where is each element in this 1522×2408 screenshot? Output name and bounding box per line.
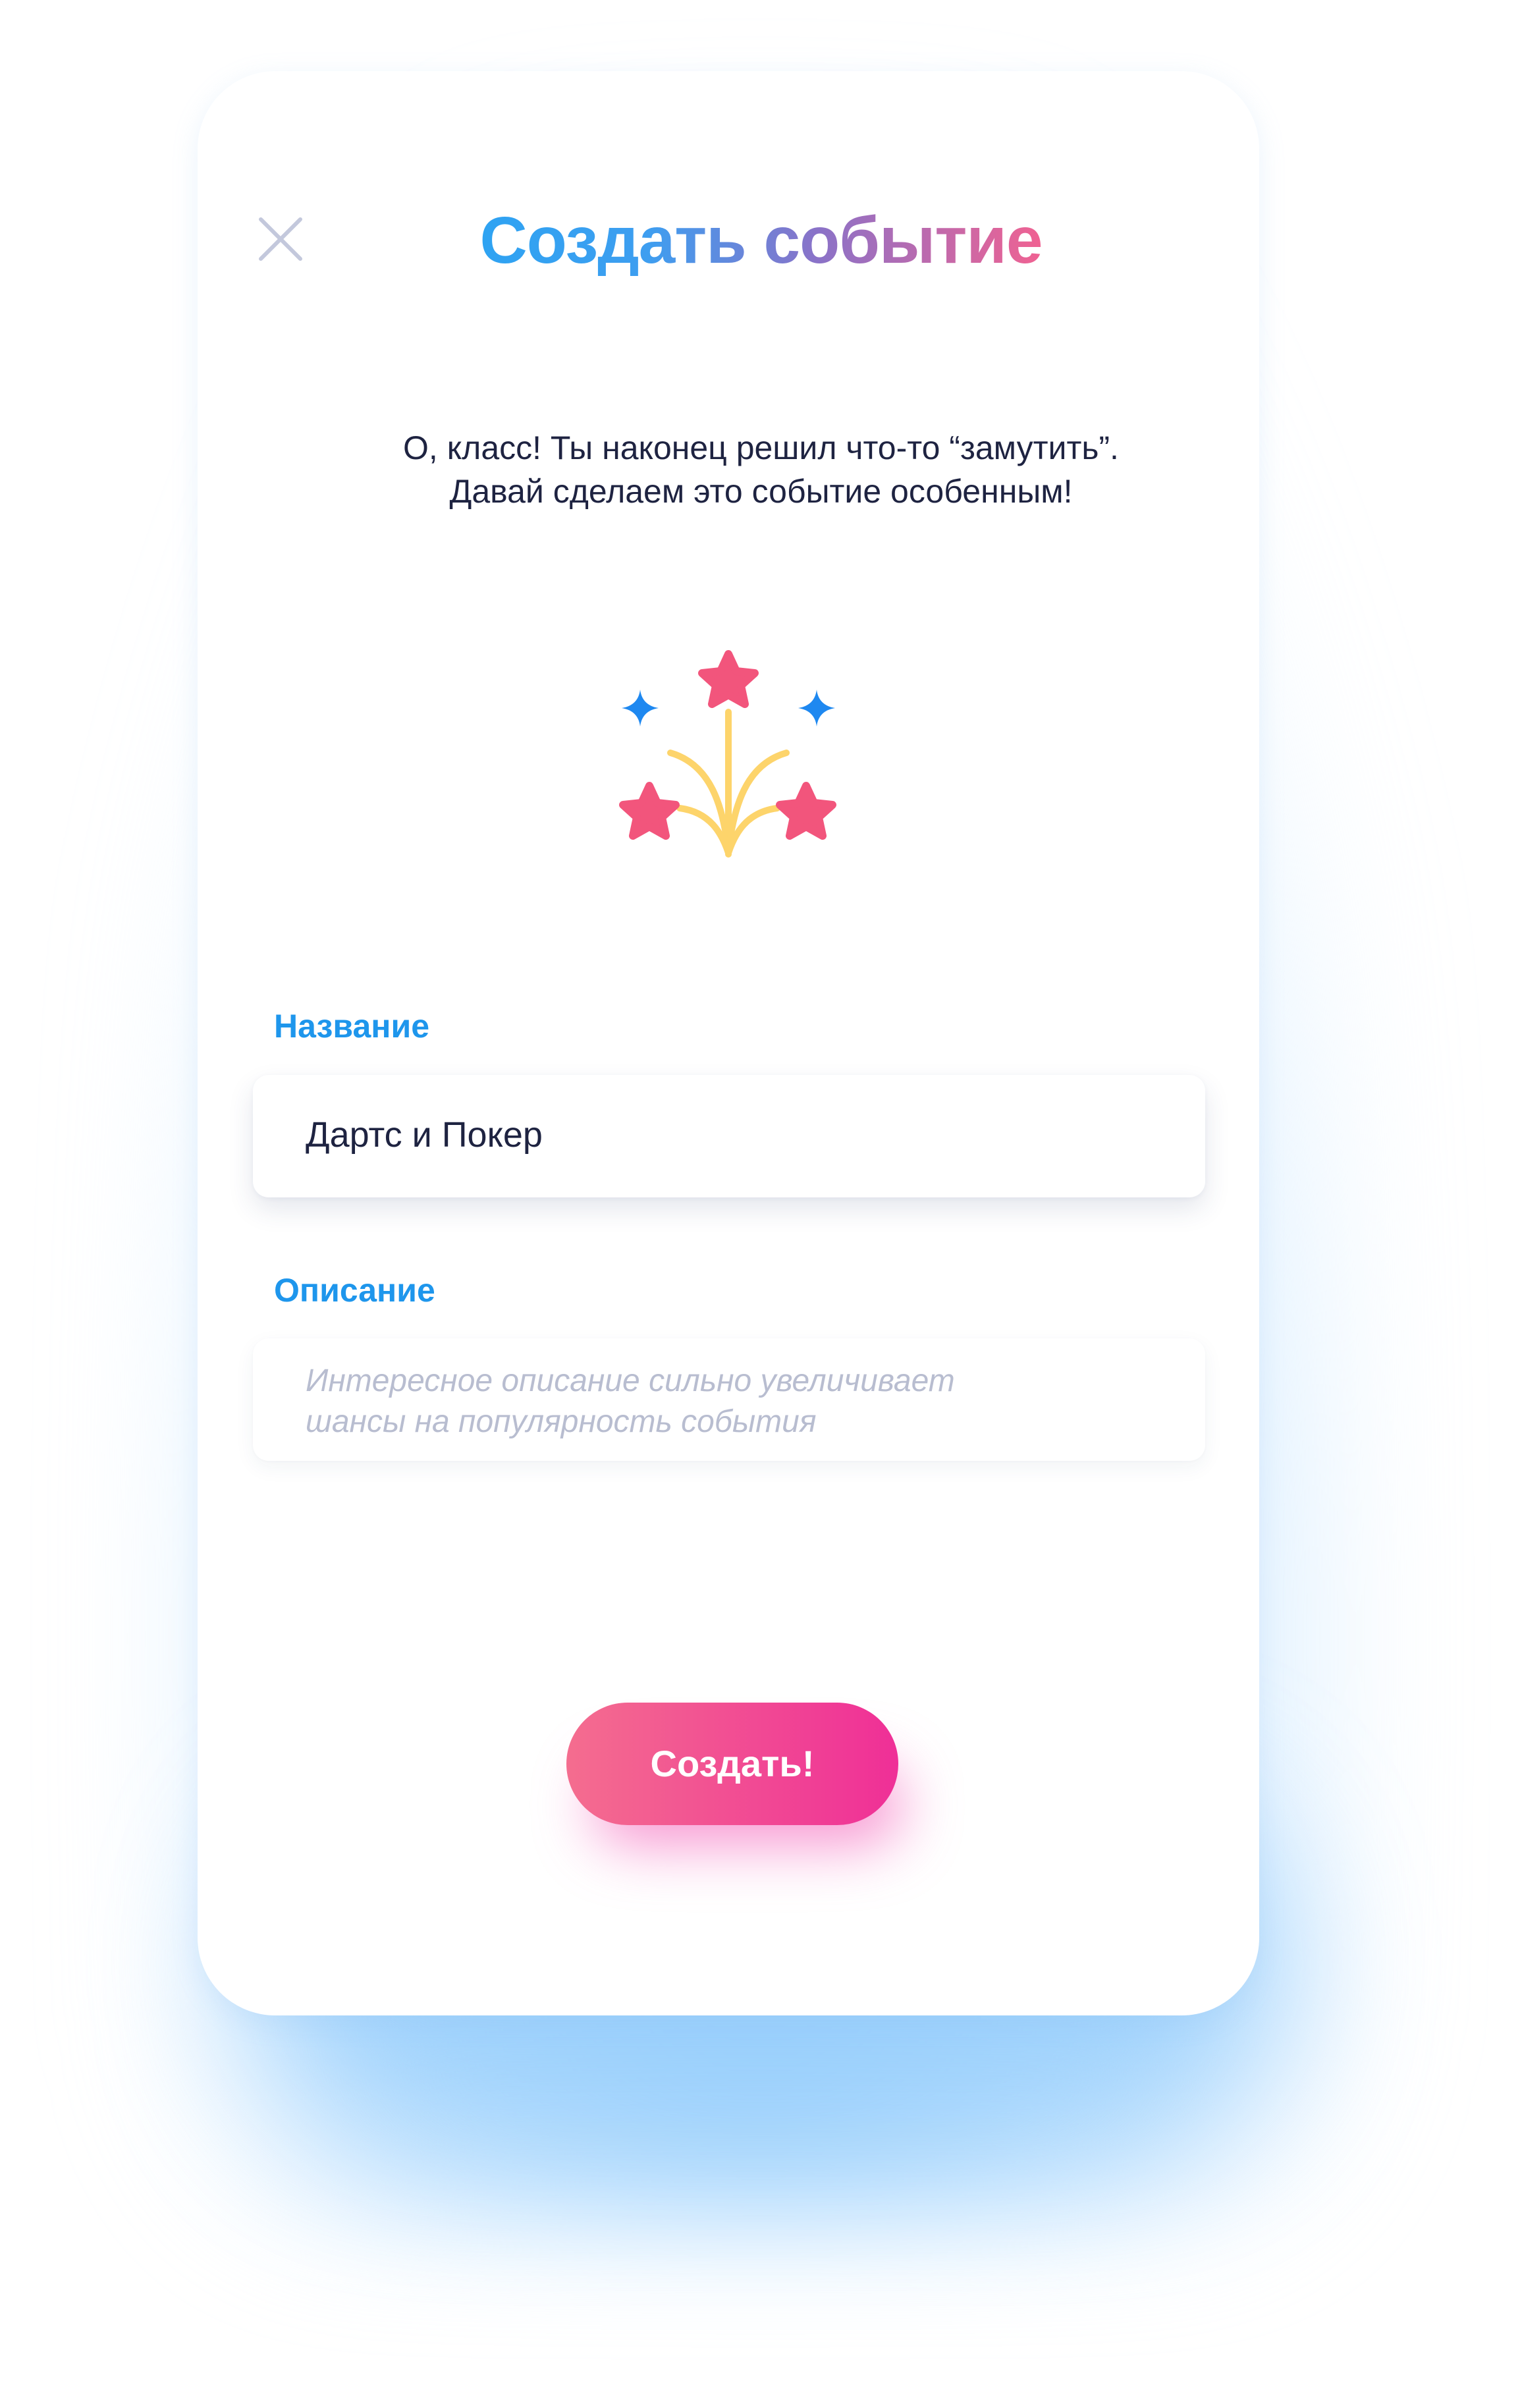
name-label: Название <box>274 1008 430 1045</box>
description-label: Описание <box>274 1272 435 1309</box>
description-placeholder-line2: шансы на популярность события <box>306 1404 817 1439</box>
firework-streams <box>667 709 790 858</box>
intro-text-line1: О, класс! Ты наконец решил что-то “замут… <box>403 429 1119 466</box>
create-button[interactable]: Создать! <box>566 1703 898 1825</box>
name-field[interactable]: Дартс и Покер <box>253 1075 1205 1197</box>
intro-text-line2: Давай сделаем это событие особенным! <box>449 473 1073 510</box>
name-field-value: Дартс и Покер <box>306 1115 543 1155</box>
fireworks-icon <box>619 650 836 858</box>
description-field[interactable]: Интересное описание сильно увеличивает ш… <box>253 1338 1205 1461</box>
description-placeholder: Интересное описание сильно увеличивает ш… <box>306 1361 1096 1442</box>
description-placeholder-line1: Интересное описание сильно увеличивает <box>306 1363 955 1398</box>
page-title: Создать событие <box>479 204 1043 277</box>
